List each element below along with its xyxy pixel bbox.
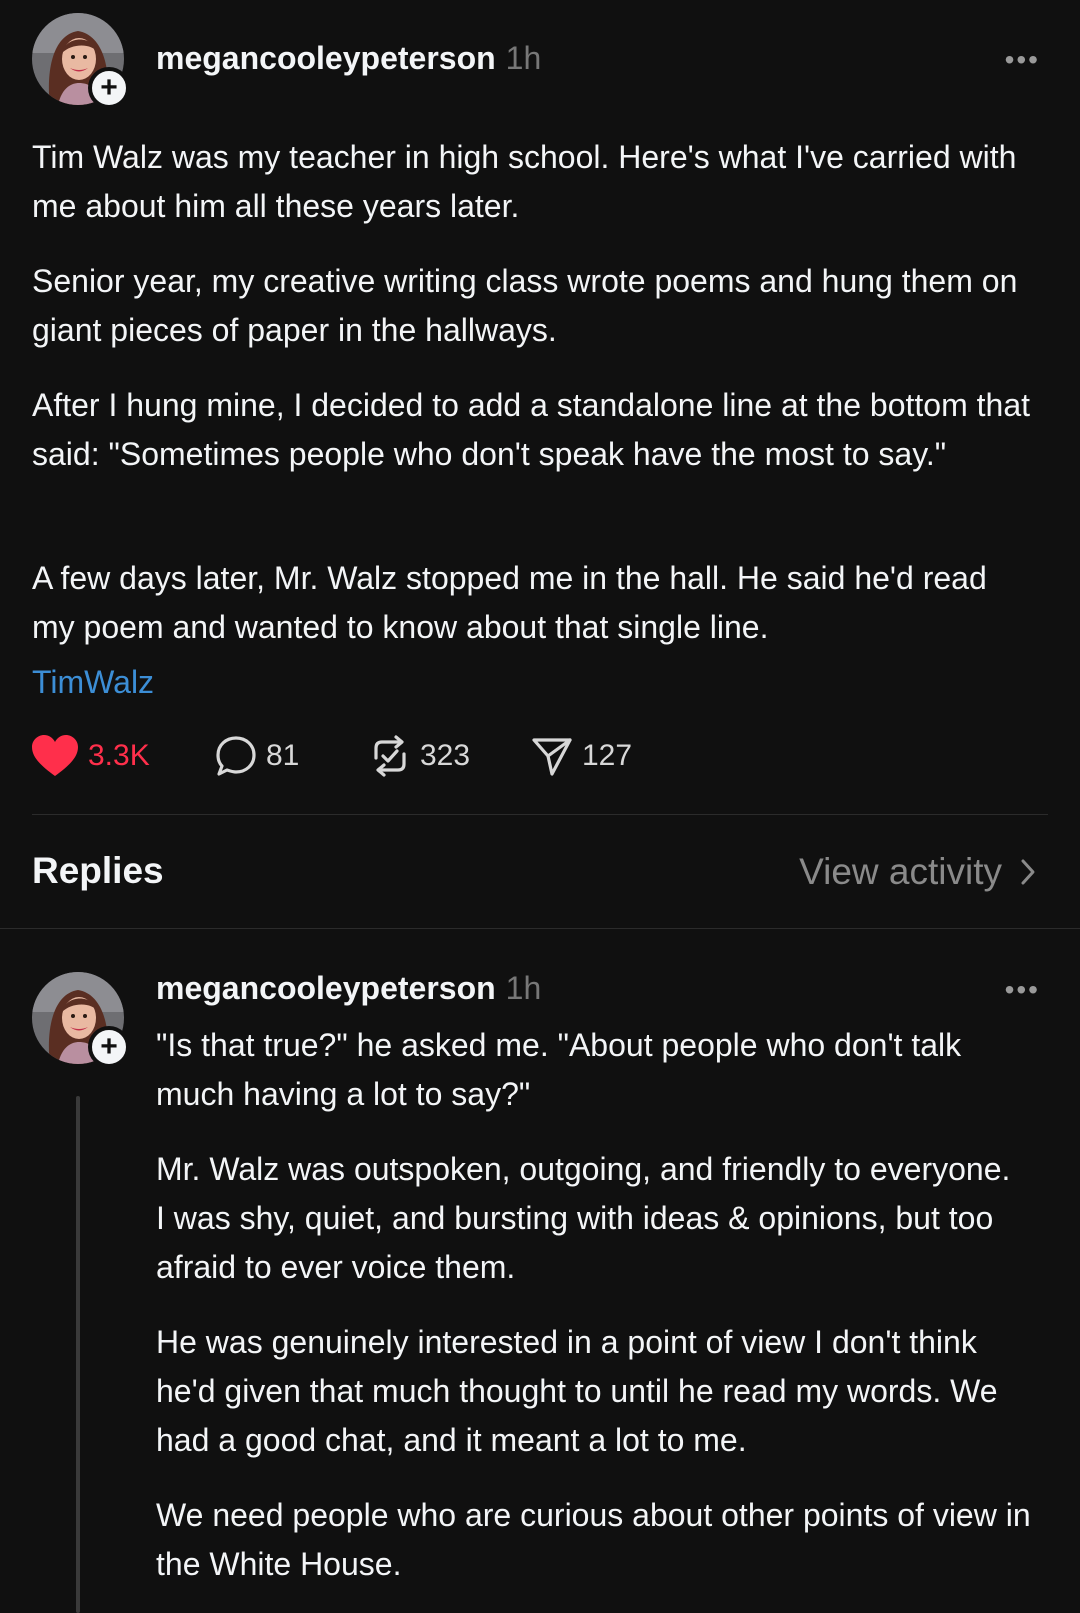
send-icon (532, 738, 572, 776)
replies-heading: Replies (32, 850, 164, 891)
like-button[interactable]: 3.3K (30, 728, 150, 784)
repost-icon (374, 735, 406, 777)
reply-paragraph: Mr. Walz was outspoken, outgoing, and fr… (156, 1151, 1011, 1285)
reply-paragraph: "Is that true?" he asked me. "About peop… (156, 1027, 962, 1112)
post-paragraph: A few days later, Mr. Walz stopped me in… (32, 560, 987, 645)
heart-filled-icon (32, 735, 78, 776)
post-paragraph: Senior year, my creative writing class w… (32, 263, 1018, 348)
view-activity-label: View activity (799, 851, 1002, 892)
avatar[interactable]: + (32, 972, 130, 1068)
share-button[interactable]: 127 (530, 728, 632, 784)
reply-count: 81 (266, 739, 300, 772)
speech-bubble-icon (216, 736, 256, 776)
username[interactable]: megancooleypeterson (156, 970, 496, 1006)
more-options-icon[interactable]: ••• (1005, 44, 1040, 76)
reply-button[interactable]: 81 (214, 728, 299, 784)
thread-line (76, 1096, 80, 1613)
post-paragraph: After I hung mine, I decided to add a st… (32, 387, 1030, 472)
share-count: 127 (582, 739, 633, 772)
avatar[interactable]: + (32, 13, 130, 109)
reply-time: 1h (505, 970, 542, 1006)
like-count: 3.3K (88, 739, 150, 772)
repost-button[interactable]: 323 (368, 728, 470, 784)
post-paragraph: Tim Walz was my teacher in high school. … (32, 139, 1017, 224)
chevron-right-icon (1021, 859, 1035, 885)
username[interactable]: megancooleypeterson (156, 40, 496, 76)
reply-header: megancooleypeterson 1h (156, 970, 541, 1007)
more-options-icon[interactable]: ••• (1005, 974, 1040, 1006)
repost-count: 323 (420, 739, 471, 772)
follow-plus-icon[interactable]: + (88, 1026, 130, 1068)
divider (0, 928, 1080, 929)
view-activity-link[interactable]: View activity (799, 851, 1036, 893)
post-header: megancooleypeterson 1h (156, 40, 541, 77)
reply-paragraph: We need people who are curious about oth… (156, 1497, 1031, 1582)
topic-tag-link[interactable]: TimWalz (32, 664, 154, 701)
divider (32, 814, 1048, 815)
post-time: 1h (505, 40, 542, 76)
follow-plus-icon[interactable]: + (88, 67, 130, 109)
reply-paragraph: He was genuinely interested in a point o… (156, 1324, 998, 1458)
post-actions: 3.3K 81 323 127 (30, 728, 730, 784)
